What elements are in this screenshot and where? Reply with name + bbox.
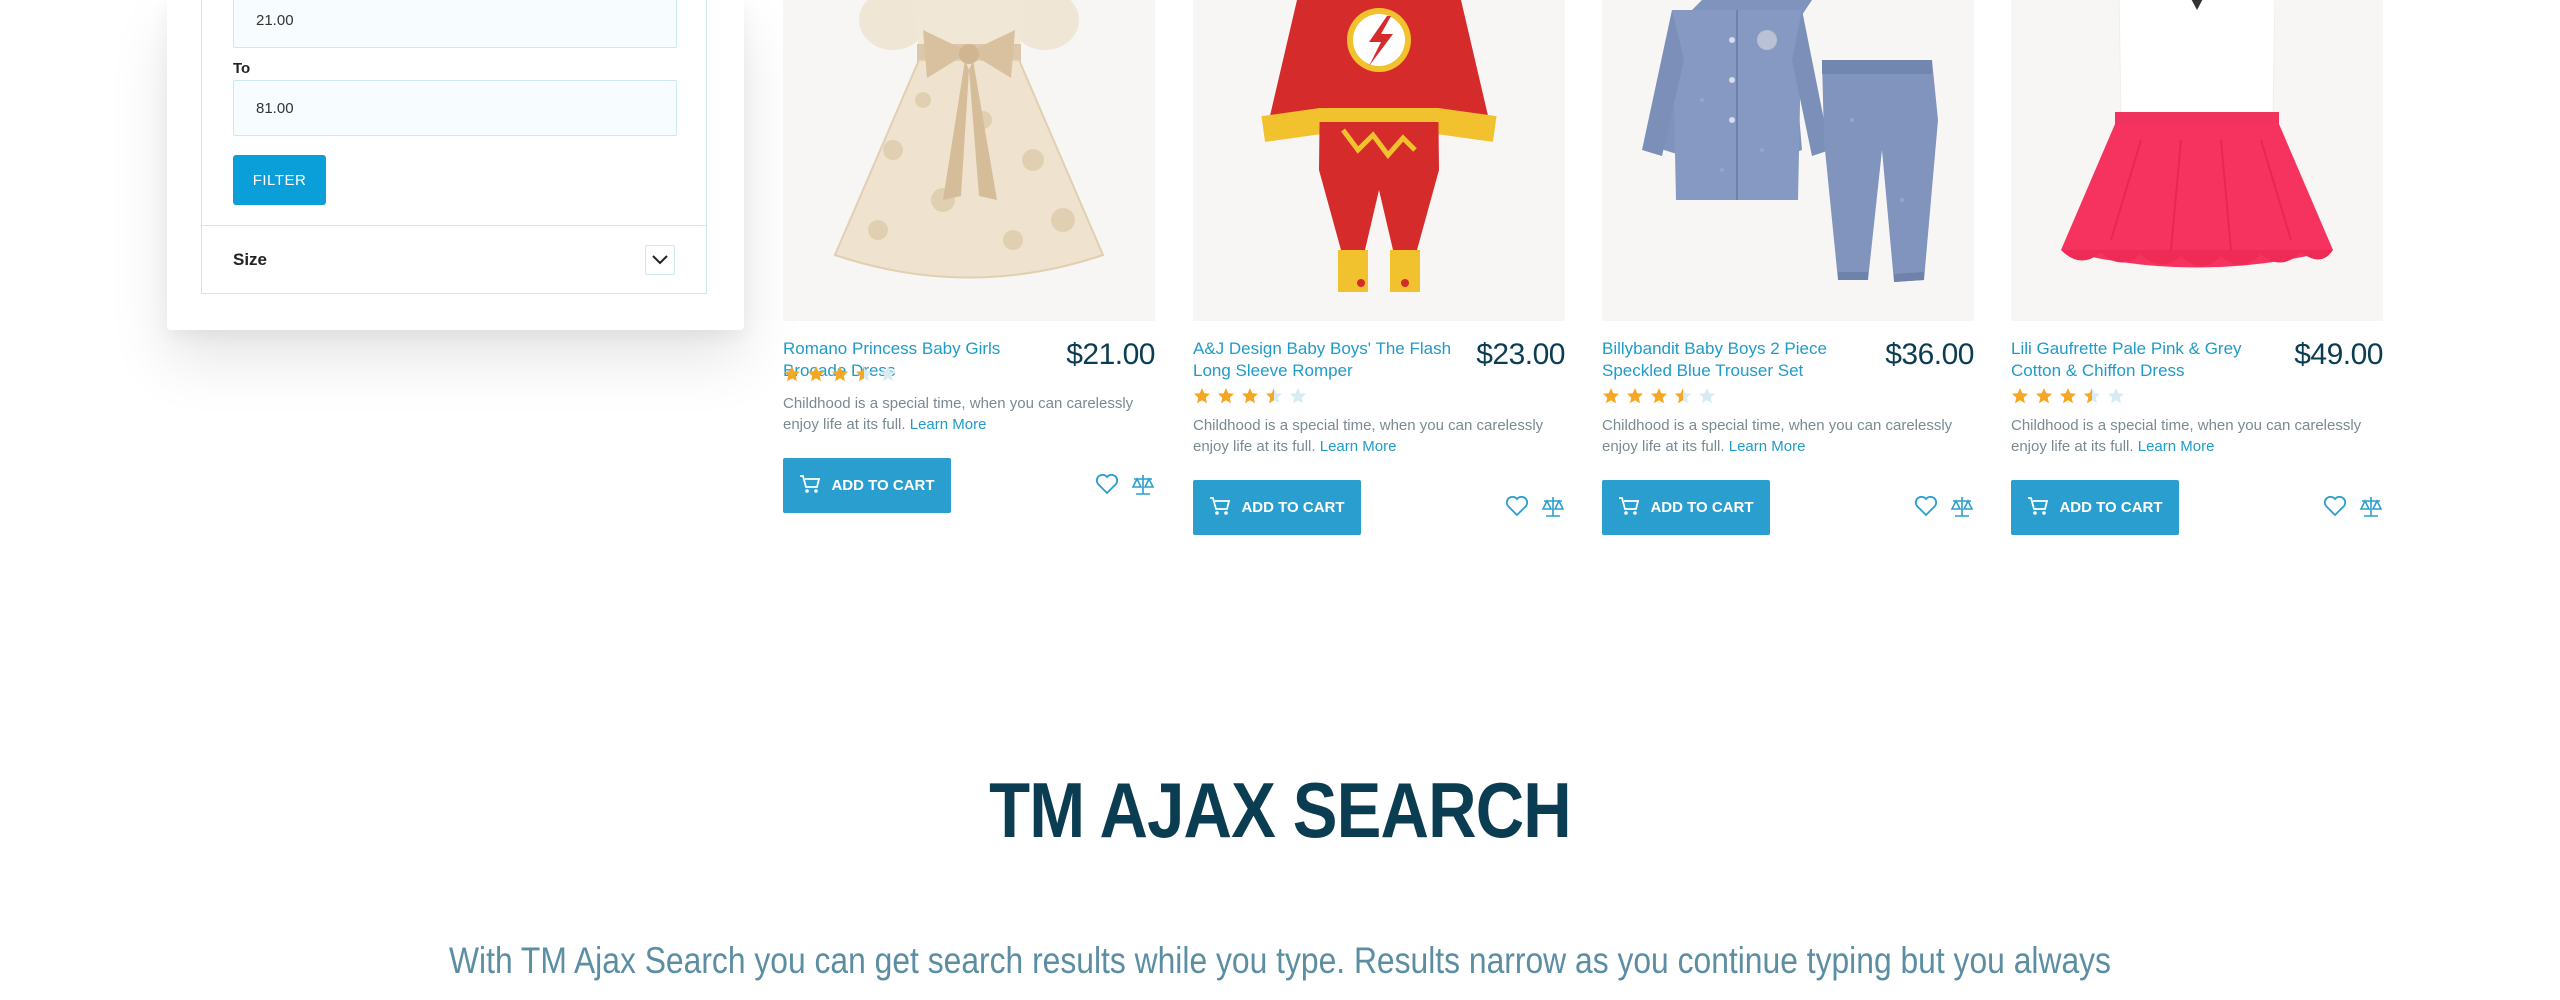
add-to-cart-label: ADD TO CART <box>1241 499 1345 516</box>
section-title: TM AJAX SEARCH <box>989 766 1572 854</box>
add-to-cart-label: ADD TO CART <box>831 477 935 494</box>
product-price: $49.00 <box>2294 338 2383 371</box>
product-image[interactable] <box>783 0 1155 321</box>
learn-more-link[interactable]: Learn More <box>910 416 987 433</box>
heart-icon[interactable] <box>1914 495 1938 519</box>
rating-stars <box>1193 387 1307 410</box>
add-to-cart-label: ADD TO CART <box>1650 499 1754 516</box>
learn-more-link[interactable]: Learn More <box>1729 438 1806 455</box>
cart-icon <box>1618 496 1640 520</box>
cart-icon <box>2027 496 2049 520</box>
add-to-cart-button[interactable]: ADD TO CART <box>1193 480 1361 535</box>
product-description: Childhood is a special time, when you ca… <box>2011 415 2383 457</box>
product-description: Childhood is a special time, when you ca… <box>1193 415 1565 457</box>
price-from-value: 21.00 <box>256 11 294 29</box>
star-icon <box>1602 387 1620 410</box>
star-icon <box>2035 387 2053 410</box>
star-icon <box>807 365 825 388</box>
size-filter-label: Size <box>233 250 268 269</box>
star-icon <box>1674 387 1692 410</box>
section-description: With TM Ajax Search you can get search r… <box>449 940 2111 981</box>
compare-scale-icon[interactable] <box>2359 495 2383 519</box>
product-actions <box>2323 495 2383 519</box>
compare-scale-icon[interactable] <box>1950 495 1974 519</box>
add-to-cart-button[interactable]: ADD TO CART <box>1602 480 1770 535</box>
rating-stars <box>2011 387 2125 410</box>
heart-icon[interactable] <box>1095 473 1119 497</box>
learn-more-link[interactable]: Learn More <box>2138 438 2215 455</box>
compare-scale-icon[interactable] <box>1131 473 1155 497</box>
add-to-cart-button[interactable]: ADD TO CART <box>2011 480 2179 535</box>
cart-icon <box>799 474 821 498</box>
price-to-label: To <box>233 60 251 77</box>
star-icon <box>1241 387 1259 410</box>
filter-sidebar: 21.00 To 81.00 FILTER Size <box>167 0 744 330</box>
price-to-input[interactable]: 81.00 <box>233 80 677 136</box>
product-price: $36.00 <box>1885 338 1974 371</box>
product-description: Childhood is a special time, when you ca… <box>783 393 1155 435</box>
add-to-cart-button[interactable]: ADD TO CART <box>783 458 951 513</box>
star-icon <box>2059 387 2077 410</box>
star-icon <box>831 365 849 388</box>
product-image[interactable] <box>1602 0 1974 321</box>
star-icon <box>1289 387 1307 410</box>
filter-button[interactable]: FILTER <box>233 155 326 205</box>
product-actions <box>1505 495 1565 519</box>
star-icon <box>1626 387 1644 410</box>
product-price: $21.00 <box>1066 338 1155 371</box>
product-image[interactable] <box>2011 0 2383 321</box>
star-icon <box>1650 387 1668 410</box>
star-icon <box>879 365 897 388</box>
product-image[interactable] <box>1193 0 1565 321</box>
star-icon <box>1698 387 1716 410</box>
price-from-input[interactable]: 21.00 <box>233 0 677 48</box>
star-icon <box>1193 387 1211 410</box>
product-name-link[interactable]: A&J Design Baby Boys' The Flash Long Sle… <box>1193 338 1478 382</box>
product-actions <box>1914 495 1974 519</box>
rating-stars <box>1602 387 1716 410</box>
star-icon <box>1217 387 1235 410</box>
cart-icon <box>1209 496 1231 520</box>
star-icon <box>783 365 801 388</box>
price-to-value: 81.00 <box>256 99 294 117</box>
star-icon <box>1265 387 1283 410</box>
chevron-down-icon[interactable] <box>645 245 675 275</box>
rating-stars <box>783 365 897 388</box>
compare-scale-icon[interactable] <box>1541 495 1565 519</box>
learn-more-link[interactable]: Learn More <box>1320 438 1397 455</box>
product-name-link[interactable]: Billybandit Baby Boys 2 Piece Speckled B… <box>1602 338 1887 382</box>
size-filter-toggle[interactable]: Size <box>202 225 706 294</box>
star-icon <box>855 365 873 388</box>
product-description: Childhood is a special time, when you ca… <box>1602 415 1974 457</box>
heart-icon[interactable] <box>2323 495 2347 519</box>
product-actions <box>1095 473 1155 497</box>
star-icon <box>2107 387 2125 410</box>
star-icon <box>2011 387 2029 410</box>
price-filter: 21.00 To 81.00 FILTER <box>202 0 706 225</box>
heart-icon[interactable] <box>1505 495 1529 519</box>
product-name-link[interactable]: Lili Gaufrette Pale Pink & Grey Cotton &… <box>2011 338 2296 382</box>
product-price: $23.00 <box>1476 338 1565 371</box>
filter-panel: 21.00 To 81.00 FILTER Size <box>201 0 707 294</box>
star-icon <box>2083 387 2101 410</box>
add-to-cart-label: ADD TO CART <box>2059 499 2163 516</box>
